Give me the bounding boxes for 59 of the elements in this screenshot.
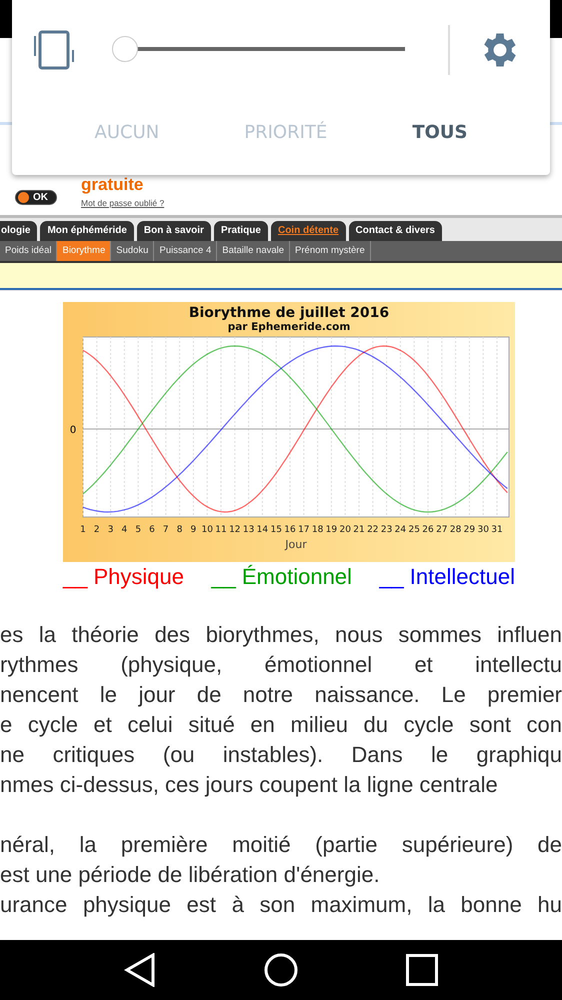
axis-tick-label: 9 [190, 525, 196, 535]
axis-tick-label: 15 [270, 525, 282, 535]
paragraph-text: néral, la première moitié (partie supérieure) de est une période de libération d'énergie. [0, 831, 562, 889]
menu-tab[interactable]: ologie [0, 221, 38, 241]
axis-tick-label: 31 [491, 525, 503, 535]
axis-tick-label: 19 [326, 525, 338, 535]
legend-label: Émotionnel [242, 564, 352, 590]
menu-tab[interactable]: Coin détente [270, 221, 346, 241]
axis-tick-label: 16 [284, 525, 296, 535]
axis-tick-label: 14 [256, 525, 268, 535]
legend-swatch: __ [211, 564, 236, 590]
promo-headline: gratuite [81, 175, 144, 195]
slider-thumb[interactable] [112, 36, 138, 62]
axis-tick-label: 10 [201, 525, 213, 535]
legend-swatch: __ [379, 564, 404, 590]
axis-tick-label: 0 [70, 425, 76, 436]
axis-tick-label: 7 [162, 525, 169, 535]
vibrate-icon[interactable] [34, 30, 74, 70]
axis-tick-label: 20 [339, 525, 351, 535]
ok-button[interactable]: OK [15, 190, 57, 205]
axis-tick-label: 26 [422, 525, 434, 535]
legend-label: Intellectuel [410, 564, 515, 590]
mode-tab[interactable]: TOUS [408, 120, 472, 145]
axis-tick-label: 25 [408, 525, 420, 535]
axis-tick-label: 21 [353, 525, 365, 535]
legend-label: Physique [93, 564, 184, 590]
menu-tab[interactable]: Bon à savoir [136, 221, 211, 241]
menu-tab[interactable]: Mon éphéméride [40, 221, 134, 241]
paragraph-text: urance physique est à son maximum, la bonne hu [0, 891, 562, 919]
axis-tick-label: 1 [80, 525, 86, 535]
axis-tick-label: 4 [122, 525, 128, 535]
axis-tick-label: 24 [394, 525, 406, 535]
axis-tick-label: 27 [436, 525, 448, 535]
chart-title: Biorythme de juillet 2016 [188, 305, 390, 321]
axis-tick-label: 28 [450, 525, 462, 535]
axis-tick-label: 5 [135, 525, 142, 535]
axis-tick-label: 18 [312, 525, 324, 535]
axis-tick-label: 3 [108, 525, 114, 535]
axis-tick-label: 22 [367, 525, 379, 535]
recents-icon[interactable] [406, 954, 438, 986]
menu-tab[interactable]: Contact & divers [348, 221, 442, 241]
axis-tick-label: 30 [477, 525, 489, 535]
axis-title: Jour [285, 538, 307, 551]
forgot-password-link[interactable]: Mot de passe oublié ? [81, 198, 164, 208]
menu-tab[interactable]: Pratique [214, 221, 268, 241]
axis-tick-label: 8 [176, 525, 182, 535]
axis-tick-label: 11 [215, 525, 227, 535]
axis-tick-label: 17 [298, 525, 310, 535]
axis-tick-label: 13 [242, 525, 254, 535]
axis-tick-label: 6 [149, 525, 155, 535]
chart-subtitle: par Ephemeride.com [228, 321, 350, 333]
axis-tick-label: 2 [94, 525, 100, 535]
paragraph-text: es la théorie des biorythmes, nous sommes influen rythmes (physique, émotionnel et intellectu nencent le jour de notre naissance. Le premier e cycle et celui situé en milieu du cycle sont con ne critiques (ou instables). Dans le graphiqu nmes ci-dessus, ces jours coupent la ligne centrale [0, 621, 562, 799]
axis-tick-label: 29 [464, 525, 476, 535]
axis-tick-label: 12 [229, 525, 241, 535]
back-icon[interactable] [124, 953, 156, 987]
axis-tick-label: 23 [380, 525, 392, 535]
legend-swatch: __ [63, 564, 88, 590]
home-icon[interactable] [264, 953, 298, 987]
